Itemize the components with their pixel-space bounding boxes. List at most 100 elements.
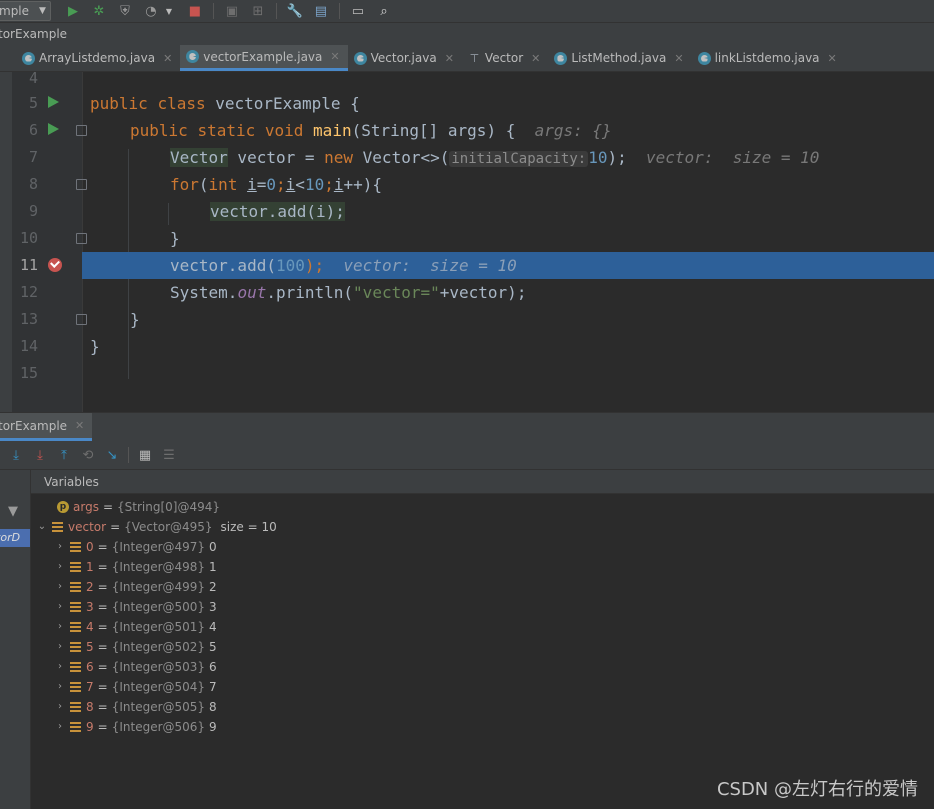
code-line: 9 vector.add(i); [0, 198, 934, 225]
chevron-right-icon[interactable]: › [53, 637, 67, 657]
list-item[interactable]: › 7 = {Integer@504} 7 [53, 677, 217, 697]
chevron-right-icon[interactable]: › [53, 717, 67, 737]
list-item[interactable]: › 9 = {Integer@506} 9 [53, 717, 217, 737]
variables-tree[interactable]: p args = {String[0]@494} ⌄ vector = {Vec… [31, 495, 934, 809]
code-line: 11 [0, 252, 82, 279]
frame-item[interactable]: ctorD [0, 529, 30, 547]
settings-icon[interactable]: 🔧 [287, 3, 303, 19]
chevron-right-icon[interactable]: › [53, 657, 67, 677]
code-text: vector.add(i); [210, 202, 345, 221]
trace-stream-icon[interactable]: ☰ [161, 447, 177, 463]
code-line: 15 [0, 360, 934, 387]
fold-icon[interactable] [76, 233, 87, 244]
close-icon[interactable]: ✕ [674, 52, 683, 65]
chevron-right-icon[interactable]: › [53, 577, 67, 597]
code-text: vector.add(100); vector: size = 10 [170, 256, 517, 275]
chevron-down-icon[interactable]: ▼ [161, 3, 177, 19]
structure-icon[interactable]: ▤ [313, 3, 329, 19]
close-icon[interactable]: ✕ [75, 419, 84, 432]
close-icon[interactable]: ✕ [828, 52, 837, 65]
line-number: 12 [19, 283, 38, 301]
run-configuration-selector[interactable]: mple ▼ [0, 1, 51, 21]
chevron-right-icon[interactable]: › [53, 537, 67, 557]
step-over-icon[interactable]: ⤓ [8, 447, 24, 463]
field-icon [70, 622, 81, 632]
run-to-cursor-icon[interactable]: ↘ [104, 447, 120, 463]
list-item[interactable]: › 6 = {Integer@503} 6 [53, 657, 217, 677]
chevron-down-icon: ▼ [39, 6, 46, 16]
java-class-icon [554, 51, 568, 65]
fold-icon[interactable] [76, 179, 87, 190]
list-item[interactable]: › 1 = {Integer@498} 1 [53, 557, 217, 577]
breadcrumb-item[interactable]: torExample [0, 27, 67, 41]
search-icon[interactable]: ⌕ [376, 3, 392, 19]
code-editor[interactable]: 4 5 public class vectorExample { 6 publi… [0, 69, 934, 412]
drop-frame-icon[interactable]: ⟲ [80, 447, 96, 463]
code-line: 8 for(int i=0;i<10;i++){ [0, 171, 934, 198]
run-configuration-label: mple [0, 4, 30, 18]
variables-panel-title: Variables [31, 470, 934, 494]
variable-row-vector[interactable]: ⌄ vector = {Vector@495} size = 10 [35, 517, 277, 537]
code-line: 6 public static void main(String[] args)… [0, 117, 934, 144]
breakpoint-icon[interactable] [48, 258, 62, 272]
tab-label: linkListdemo.java [714, 51, 820, 65]
chevron-down-icon[interactable]: ⌄ [35, 517, 49, 537]
field-icon [70, 662, 81, 672]
chevron-right-icon[interactable]: › [53, 697, 67, 717]
fold-icon[interactable] [76, 125, 87, 136]
frame-icon[interactable]: ⊞ [250, 3, 266, 19]
code-text: public static void main(String[] args) {… [130, 121, 612, 140]
line-number: 10 [19, 229, 38, 247]
list-item[interactable]: › 8 = {Integer@505} 8 [53, 697, 217, 717]
code-text: Vector vector = new Vector<>(initialCapa… [170, 148, 820, 167]
run-gutter-icon[interactable] [48, 96, 62, 110]
chevron-right-icon[interactable]: › [53, 677, 67, 697]
java-class-icon [22, 51, 35, 65]
step-out-icon[interactable]: ⤒ [56, 447, 72, 463]
line-number: 7 [28, 148, 38, 166]
code-line: 14 } [0, 333, 934, 360]
line-number: 9 [28, 202, 38, 220]
window-icon[interactable]: ▭ [350, 3, 366, 19]
code-text: } [90, 337, 100, 356]
close-icon[interactable]: ✕ [445, 52, 454, 65]
debug-session-label: torExample [0, 418, 68, 433]
fold-icon[interactable] [76, 314, 87, 325]
code-text: public class vectorExample { [90, 94, 360, 113]
line-number: 13 [19, 310, 38, 328]
run-gutter-icon[interactable] [48, 123, 62, 137]
step-into-icon[interactable]: ⤓ [32, 447, 48, 463]
field-icon [52, 522, 63, 532]
variable-name: args [73, 500, 99, 514]
chevron-right-icon[interactable]: › [53, 557, 67, 577]
run-icon[interactable]: ▶ [65, 3, 81, 19]
line-number: 11 [19, 256, 38, 274]
list-item[interactable]: › 4 = {Integer@501} 4 [53, 617, 217, 637]
close-icon[interactable]: ✕ [330, 50, 339, 63]
profile-icon[interactable]: ◔ [143, 3, 159, 19]
variable-type: {Vector@495} [124, 520, 213, 534]
stop-icon[interactable]: ■ [187, 3, 203, 19]
debug-session-tab[interactable]: torExample ✕ [0, 413, 93, 441]
field-icon [70, 642, 81, 652]
variable-row-args[interactable]: p args = {String[0]@494} [41, 497, 220, 517]
tab-label: vectorExample.java [203, 49, 323, 64]
list-item[interactable]: › 2 = {Integer@499} 2 [53, 577, 217, 597]
filter-icon[interactable]: ▼ [8, 504, 22, 519]
chevron-right-icon[interactable]: › [53, 617, 67, 637]
coverage-icon[interactable]: ⛨ [117, 3, 133, 19]
line-number: 4 [28, 69, 38, 87]
debug-icon[interactable]: ✲ [91, 3, 107, 19]
close-icon[interactable]: ✕ [163, 52, 172, 65]
field-icon [70, 562, 81, 572]
close-icon[interactable]: ✕ [531, 52, 540, 65]
evaluate-expression-icon[interactable]: ▦ [137, 447, 153, 463]
line-number: 8 [28, 175, 38, 193]
java-class-icon [353, 51, 367, 65]
build-icon[interactable]: ▣ [224, 3, 240, 19]
execution-point-line: vector.add(100); vector: size = 10 [82, 252, 934, 279]
chevron-right-icon[interactable]: › [53, 597, 67, 617]
list-item[interactable]: › 3 = {Integer@500} 3 [53, 597, 217, 617]
list-item[interactable]: › 5 = {Integer@502} 5 [53, 637, 217, 657]
list-item[interactable]: › 0 = {Integer@497} 0 [53, 537, 217, 557]
